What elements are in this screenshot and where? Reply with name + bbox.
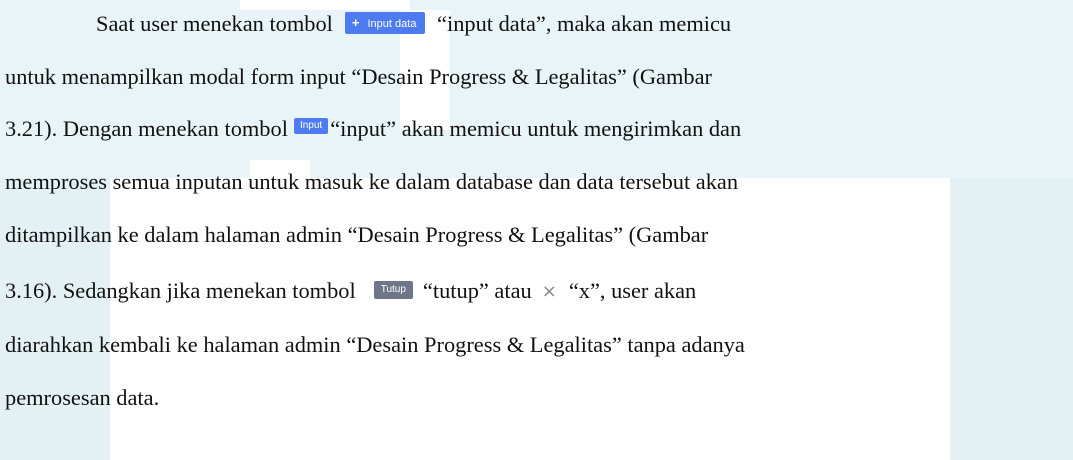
line-6-text-before: 3.16). Sedangkan jika menekan tombol — [5, 278, 356, 303]
plus-icon: + — [351, 15, 360, 30]
input-data-button: + Input data — [344, 12, 426, 34]
input-button: Input — [293, 118, 329, 134]
document-page: Saat user menekan tombol + Input data “inp… — [0, 0, 1073, 460]
close-icon: × — [541, 281, 557, 302]
input-data-button-label: Input data — [367, 18, 417, 30]
line-2-text: untuk menampilkan modal form input “Desa… — [5, 64, 712, 89]
line-5-text: ditampilkan ke dalam halaman admin “Desa… — [5, 222, 709, 247]
line-3-text-after: “input” akan memicu untuk mengirimkan da… — [330, 116, 742, 141]
line-6-text-after: “x”, user akan — [568, 278, 697, 303]
paragraph-line-2: untuk menampilkan modal form input “Desa… — [5, 64, 712, 89]
line-3-text-before: 3.21). Dengan menekan tombol — [5, 116, 288, 141]
line-4-text: memproses semua inputan untuk masuk ke d… — [5, 169, 739, 194]
paragraph-line-5: ditampilkan ke dalam halaman admin “Desa… — [5, 222, 709, 247]
line-6-text-mid: “tutup” atau — [422, 278, 532, 303]
paragraph-line-7: diarahkan kembali ke halaman admin “Desa… — [5, 332, 745, 357]
paragraph-line-4: memproses semua inputan untuk masuk ke d… — [5, 169, 739, 194]
paragraph-line-8: pemrosesan data. — [5, 385, 160, 410]
line-1-text-after: “input data”, maka akan memicu — [437, 11, 732, 36]
line-8-text: pemrosesan data. — [5, 385, 160, 410]
line-7-text: diarahkan kembali ke halaman admin “Desa… — [5, 332, 745, 357]
line-1-text-before: Saat user menekan tombol — [96, 11, 333, 36]
paragraph-line-1: Saat user menekan tombol + Input data “inp… — [96, 11, 732, 38]
paragraph-line-3: 3.21). Dengan menekan tombol Input “input”… — [5, 116, 742, 142]
paragraph-line-6: 3.16). Sedangkan jika menekan tombol Tutu… — [5, 278, 697, 305]
tutup-button: Tutup — [373, 281, 413, 299]
